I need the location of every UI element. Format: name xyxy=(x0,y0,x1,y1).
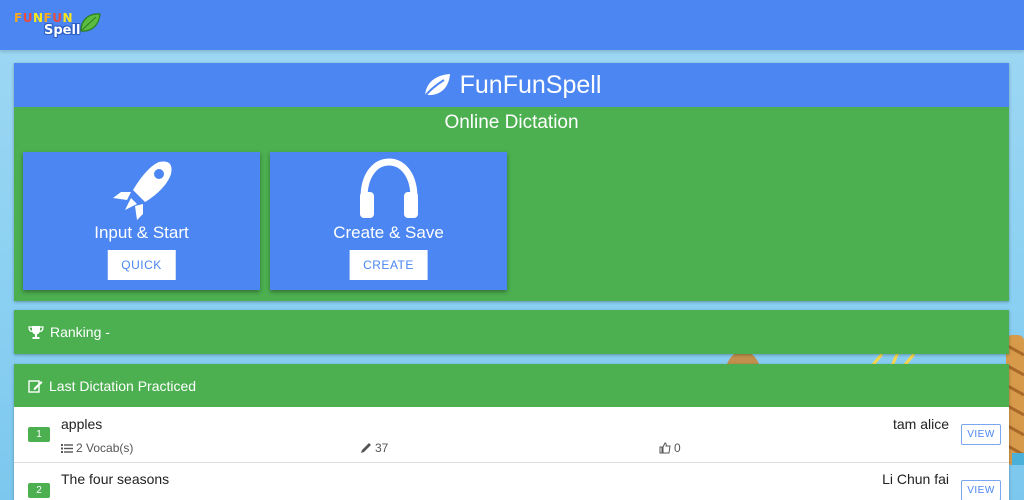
edit-icon xyxy=(28,379,43,393)
dictation-name[interactable]: The four seasons xyxy=(61,471,169,487)
quick-button[interactable]: QUICK xyxy=(107,250,176,280)
app-title: FunFunSpell xyxy=(459,70,602,99)
headphones-icon xyxy=(270,158,507,222)
view-button[interactable]: VIEW xyxy=(961,424,1001,445)
panel-subtitle: Online Dictation xyxy=(444,112,579,133)
leaf-icon xyxy=(423,74,450,97)
rank-badge: 2 xyxy=(28,483,50,498)
card-title: Create & Save xyxy=(333,223,444,242)
pencil-icon xyxy=(361,443,371,453)
list-icon xyxy=(61,443,73,453)
create-button[interactable]: CREATE xyxy=(349,250,428,280)
edit-count: 37 xyxy=(360,441,388,455)
panel-header: Last Dictation Practiced xyxy=(14,364,1009,407)
thumbs-up-icon xyxy=(659,442,671,454)
vocab-count: 2 Vocab(s) xyxy=(61,441,133,455)
last-dictation-label: Last Dictation Practiced xyxy=(49,377,197,394)
panel-header: FunFunSpell xyxy=(14,63,1009,107)
logo-text-bottom: Spell xyxy=(44,23,81,38)
logo[interactable]: FUNFUN Spell xyxy=(12,9,102,41)
card-create-save[interactable]: Create & Save CREATE xyxy=(270,152,507,290)
rank-badge: 1 xyxy=(28,427,50,442)
view-button[interactable]: VIEW xyxy=(961,480,1001,500)
card-title: Input & Start xyxy=(94,223,189,242)
online-dictation-panel: FunFunSpell Online Dictation Input & Sta… xyxy=(14,63,1009,301)
card-input-start[interactable]: Input & Start QUICK xyxy=(23,152,260,290)
last-dictation-panel: Last Dictation Practiced 1 apples tam al… xyxy=(14,364,1009,500)
list-item[interactable]: 1 apples tam alice 2 Vocab(s) 37 0 VIEW xyxy=(14,407,1009,463)
top-navbar: FUNFUN Spell xyxy=(0,0,1024,50)
ranking-label: Ranking - xyxy=(50,324,110,340)
list-item[interactable]: 2 The four seasons Li Chun fai VIEW xyxy=(14,463,1009,500)
dictation-author: tam alice xyxy=(892,416,949,432)
rocket-icon xyxy=(23,158,260,222)
like-count: 0 xyxy=(659,441,681,455)
dictation-author: Li Chun fai xyxy=(882,471,949,487)
ranking-panel[interactable]: Ranking - xyxy=(14,310,1009,354)
dictation-name[interactable]: apples xyxy=(61,416,102,432)
leaf-logo-icon xyxy=(80,13,101,32)
trophy-icon xyxy=(28,325,44,339)
